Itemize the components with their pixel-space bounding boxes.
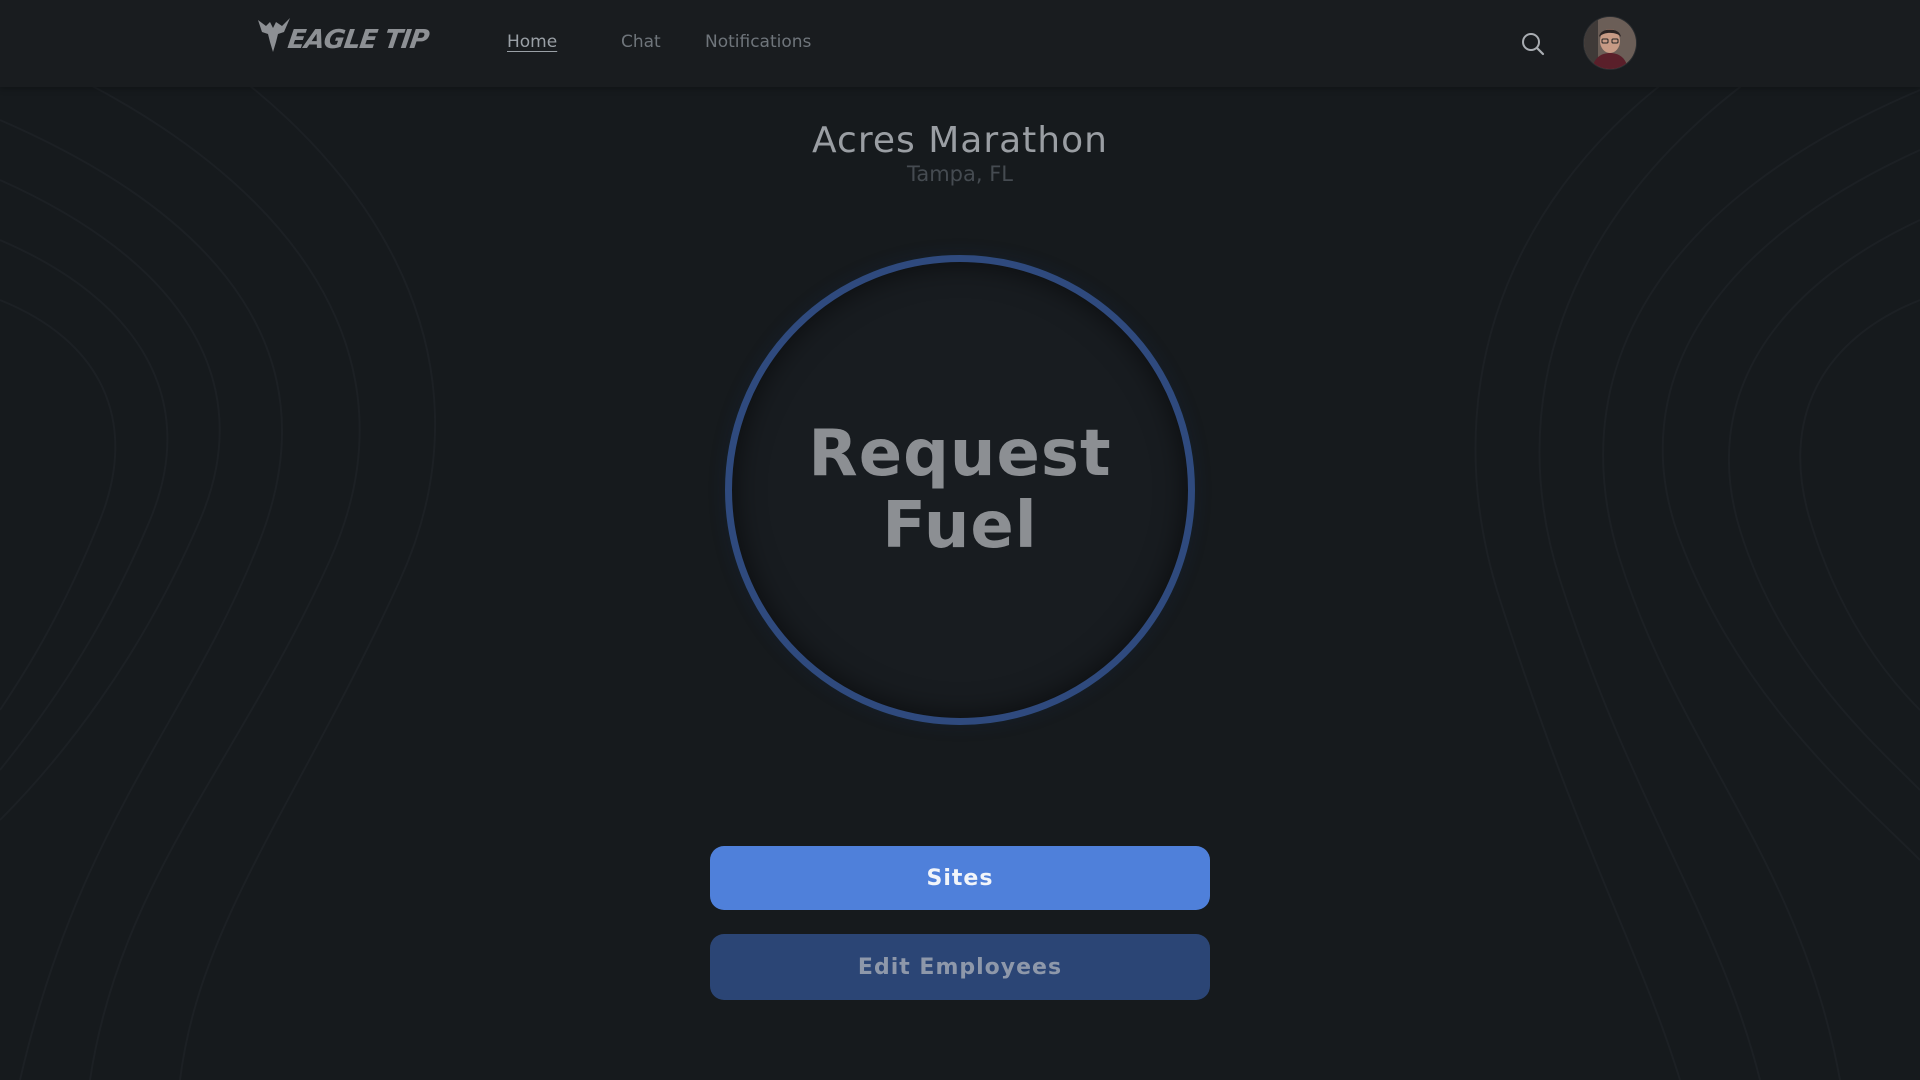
site-name: Acres Marathon [812,120,1108,161]
site-location: Tampa, FL [906,162,1013,186]
request-fuel-label: Request Fuel [808,417,1112,563]
sites-button[interactable]: Sites [710,846,1210,910]
app-page: EAGLE TIP Home Chat Notifications Acres … [0,0,1920,1080]
user-avatar-icon [1584,17,1636,69]
brand-wordmark: EAGLE TIP [285,25,431,55]
request-fuel-button[interactable]: Request Fuel [725,255,1195,725]
nav-notifications[interactable]: Notifications [705,32,811,52]
nav-home[interactable]: Home [507,32,557,52]
search-icon[interactable] [1520,31,1546,57]
edit-employees-button[interactable]: Edit Employees [710,934,1210,1000]
top-navigation-bar: EAGLE TIP Home Chat Notifications [0,0,1920,87]
eagle-tip-logo[interactable]: EAGLE TIP [256,16,432,56]
avatar[interactable] [1584,17,1636,69]
nav-chat[interactable]: Chat [621,32,661,52]
